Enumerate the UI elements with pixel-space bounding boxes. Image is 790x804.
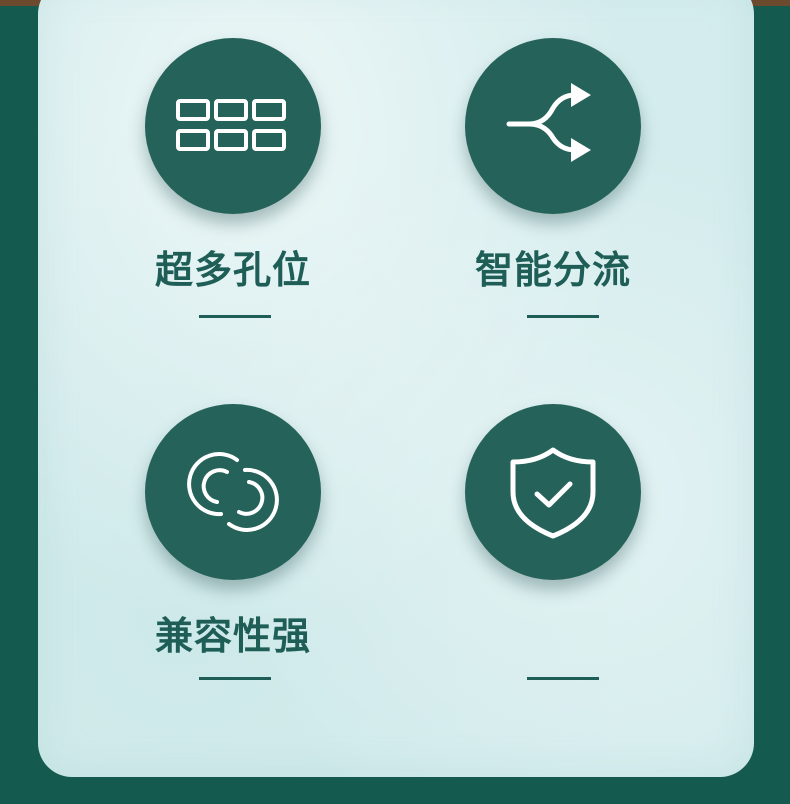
feature-icon-circle (465, 38, 641, 214)
label-underline (527, 315, 599, 318)
label-underline (199, 677, 271, 680)
grid-slots-icon (176, 99, 286, 151)
feature-item-smart-split: 智能分流 (423, 38, 683, 338)
feature-label: 超多孔位 (154, 248, 311, 292)
split-arrows-icon (506, 83, 591, 162)
feature-item-compatibility: 兼容性强 (103, 404, 363, 704)
feature-icon-circle (465, 404, 641, 580)
feature-icon-circle (145, 404, 321, 580)
feature-item-multi-slots: 超多孔位 (103, 38, 363, 338)
linked-rings-icon (187, 452, 279, 532)
feature-label: 智能分流 (474, 248, 631, 292)
feature-icon-circle (145, 38, 321, 214)
feature-item-protection (423, 404, 683, 704)
label-underline (199, 315, 271, 318)
shield-check-icon (510, 447, 596, 539)
feature-label: 兼容性强 (154, 614, 311, 658)
label-underline (527, 677, 599, 680)
